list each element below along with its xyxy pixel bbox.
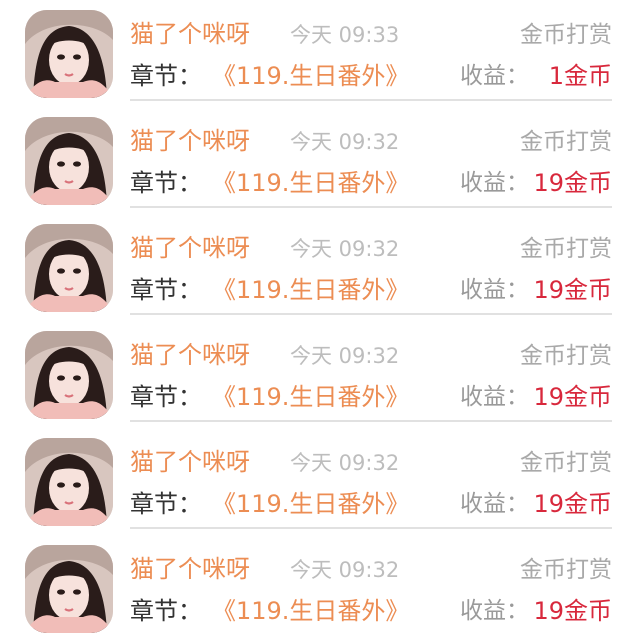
- list-item[interactable]: 猫了个咪呀 今天 09:32 金币打赏 章节： 《119.生日番外》 收益： 1…: [0, 214, 640, 321]
- earnings-value: 19金币: [533, 276, 612, 304]
- earnings-label: 收益：: [460, 384, 529, 410]
- chapter-link[interactable]: 《119.生日番外》: [212, 60, 409, 92]
- list-item[interactable]: 猫了个咪呀 今天 09:32 金币打赏 章节： 《119.生日番外》 收益： 1…: [0, 428, 640, 535]
- user-name[interactable]: 猫了个咪呀: [130, 446, 250, 478]
- avatar[interactable]: [25, 117, 113, 205]
- chapter-label: 章节：: [130, 383, 202, 411]
- earnings-label: 收益：: [460, 491, 529, 517]
- list-item[interactable]: 猫了个咪呀 今天 09:33 金币打赏 章节： 《119.生日番外》 收益： 1…: [0, 0, 640, 107]
- timestamp: 今天 09:32: [290, 558, 400, 582]
- earnings-label: 收益：: [460, 598, 529, 624]
- divider: [130, 206, 612, 208]
- user-name[interactable]: 猫了个咪呀: [130, 553, 250, 585]
- chapter-link[interactable]: 《119.生日番外》: [212, 488, 409, 520]
- chapter-label: 章节：: [130, 490, 202, 518]
- user-name[interactable]: 猫了个咪呀: [130, 339, 250, 371]
- timestamp: 今天 09:32: [290, 344, 400, 368]
- avatar[interactable]: [25, 224, 113, 312]
- chapter-link[interactable]: 《119.生日番外》: [212, 274, 409, 306]
- reward-record-list: 猫了个咪呀 今天 09:33 金币打赏 章节： 《119.生日番外》 收益： 1…: [0, 0, 640, 635]
- list-item[interactable]: 猫了个咪呀 今天 09:32 金币打赏 章节： 《119.生日番外》 收益： 1…: [0, 535, 640, 635]
- chapter-label: 章节：: [130, 62, 202, 90]
- chapter-link[interactable]: 《119.生日番外》: [212, 381, 409, 413]
- earnings-value: 19金币: [533, 597, 612, 625]
- divider: [130, 99, 612, 101]
- avatar[interactable]: [25, 331, 113, 419]
- avatar[interactable]: [25, 438, 113, 526]
- list-item[interactable]: 猫了个咪呀 今天 09:32 金币打赏 章节： 《119.生日番外》 收益： 1…: [0, 107, 640, 214]
- divider: [130, 420, 612, 422]
- earnings-value: 19金币: [533, 490, 612, 518]
- reward-type: 金币打赏: [520, 22, 612, 48]
- chapter-label: 章节：: [130, 276, 202, 304]
- chapter-label: 章节：: [130, 169, 202, 197]
- divider: [130, 527, 612, 529]
- reward-type: 金币打赏: [520, 450, 612, 476]
- user-name[interactable]: 猫了个咪呀: [130, 18, 250, 50]
- timestamp: 今天 09:32: [290, 237, 400, 261]
- chapter-label: 章节：: [130, 597, 202, 625]
- list-item[interactable]: 猫了个咪呀 今天 09:32 金币打赏 章节： 《119.生日番外》 收益： 1…: [0, 321, 640, 428]
- divider: [130, 313, 612, 315]
- earnings-label: 收益：: [460, 170, 529, 196]
- reward-type: 金币打赏: [520, 343, 612, 369]
- timestamp: 今天 09:32: [290, 451, 400, 475]
- earnings-label: 收益：: [460, 277, 529, 303]
- earnings-value: 1金币: [548, 62, 612, 90]
- chapter-link[interactable]: 《119.生日番外》: [212, 595, 409, 627]
- user-name[interactable]: 猫了个咪呀: [130, 125, 250, 157]
- reward-type: 金币打赏: [520, 129, 612, 155]
- earnings-value: 19金币: [533, 169, 612, 197]
- avatar[interactable]: [25, 545, 113, 633]
- user-name[interactable]: 猫了个咪呀: [130, 232, 250, 264]
- avatar[interactable]: [25, 10, 113, 98]
- timestamp: 今天 09:33: [290, 23, 400, 47]
- chapter-link[interactable]: 《119.生日番外》: [212, 167, 409, 199]
- reward-type: 金币打赏: [520, 557, 612, 583]
- earnings-value: 19金币: [533, 383, 612, 411]
- reward-type: 金币打赏: [520, 236, 612, 262]
- earnings-label: 收益：: [460, 63, 529, 89]
- timestamp: 今天 09:32: [290, 130, 400, 154]
